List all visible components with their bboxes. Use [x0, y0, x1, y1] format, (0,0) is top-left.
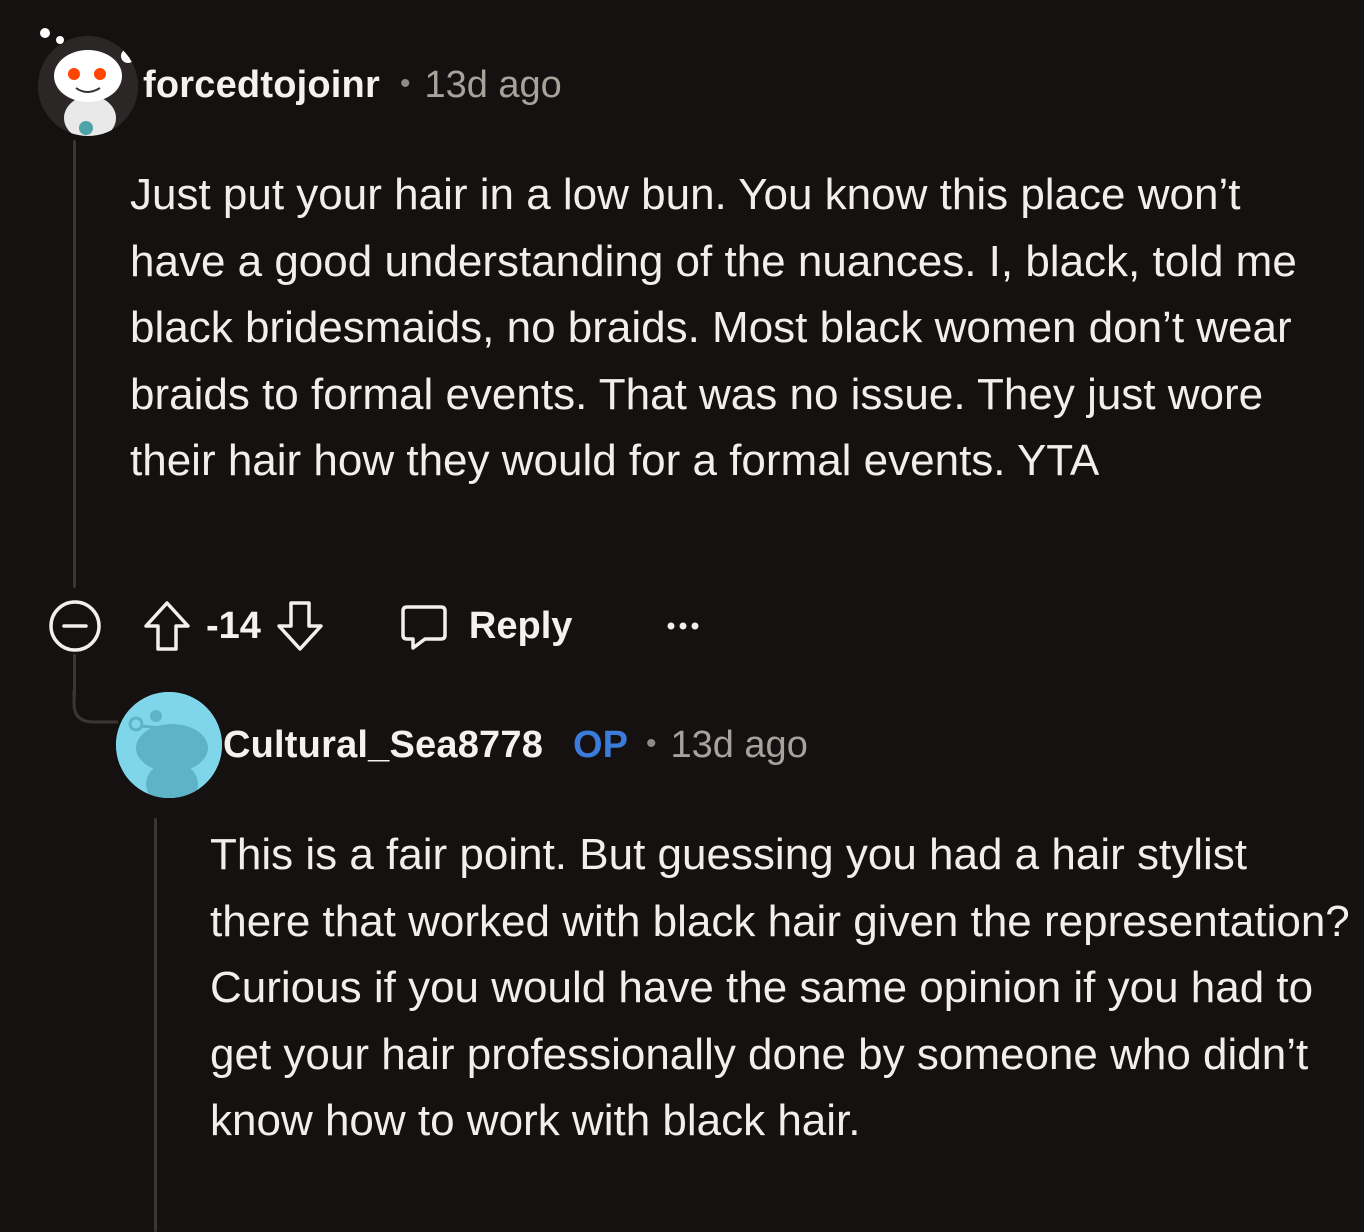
user-avatar[interactable] — [116, 692, 222, 798]
comment-timestamp[interactable]: 13d ago — [424, 64, 561, 107]
upvote-icon — [144, 601, 190, 651]
username[interactable]: forcedtojoinr — [143, 64, 380, 107]
comment-body: Just put your hair in a low bun. You kno… — [130, 170, 1297, 485]
collapse-button[interactable] — [48, 599, 102, 653]
snoo-avatar-icon — [116, 692, 222, 798]
thread-branch-curve — [72, 690, 118, 724]
reply-button[interactable]: Reply — [399, 601, 572, 651]
meta-separator: • — [399, 67, 411, 100]
vote-score: -14 — [206, 604, 261, 647]
more-options-icon — [667, 622, 699, 630]
username[interactable]: Cultural_Sea8778 — [223, 724, 543, 767]
meta-separator: • — [645, 727, 657, 760]
user-avatar[interactable] — [38, 36, 138, 136]
downvote-icon — [277, 601, 323, 651]
comment-icon — [401, 605, 447, 650]
avatar-accessory-icon — [40, 28, 64, 44]
snoo-avatar-icon — [38, 36, 138, 136]
comment-actions: -14 Reply — [48, 596, 700, 656]
thread-line-1[interactable] — [73, 140, 76, 588]
reply-label: Reply — [468, 604, 573, 647]
thread-line-2[interactable] — [154, 818, 157, 1232]
more-options-button[interactable] — [666, 620, 700, 632]
comment-meta: forcedtojoinr • 13d ago — [143, 64, 562, 107]
comment-timestamp[interactable]: 13d ago — [670, 724, 807, 767]
comment-meta: Cultural_Sea8778 OP • 13d ago — [223, 724, 808, 767]
comment-body: This is a fair point. But guessing you h… — [210, 830, 1350, 1145]
downvote-button[interactable] — [275, 599, 325, 653]
collapse-icon — [49, 600, 101, 652]
op-badge: OP — [573, 724, 628, 766]
upvote-button[interactable] — [142, 599, 192, 653]
